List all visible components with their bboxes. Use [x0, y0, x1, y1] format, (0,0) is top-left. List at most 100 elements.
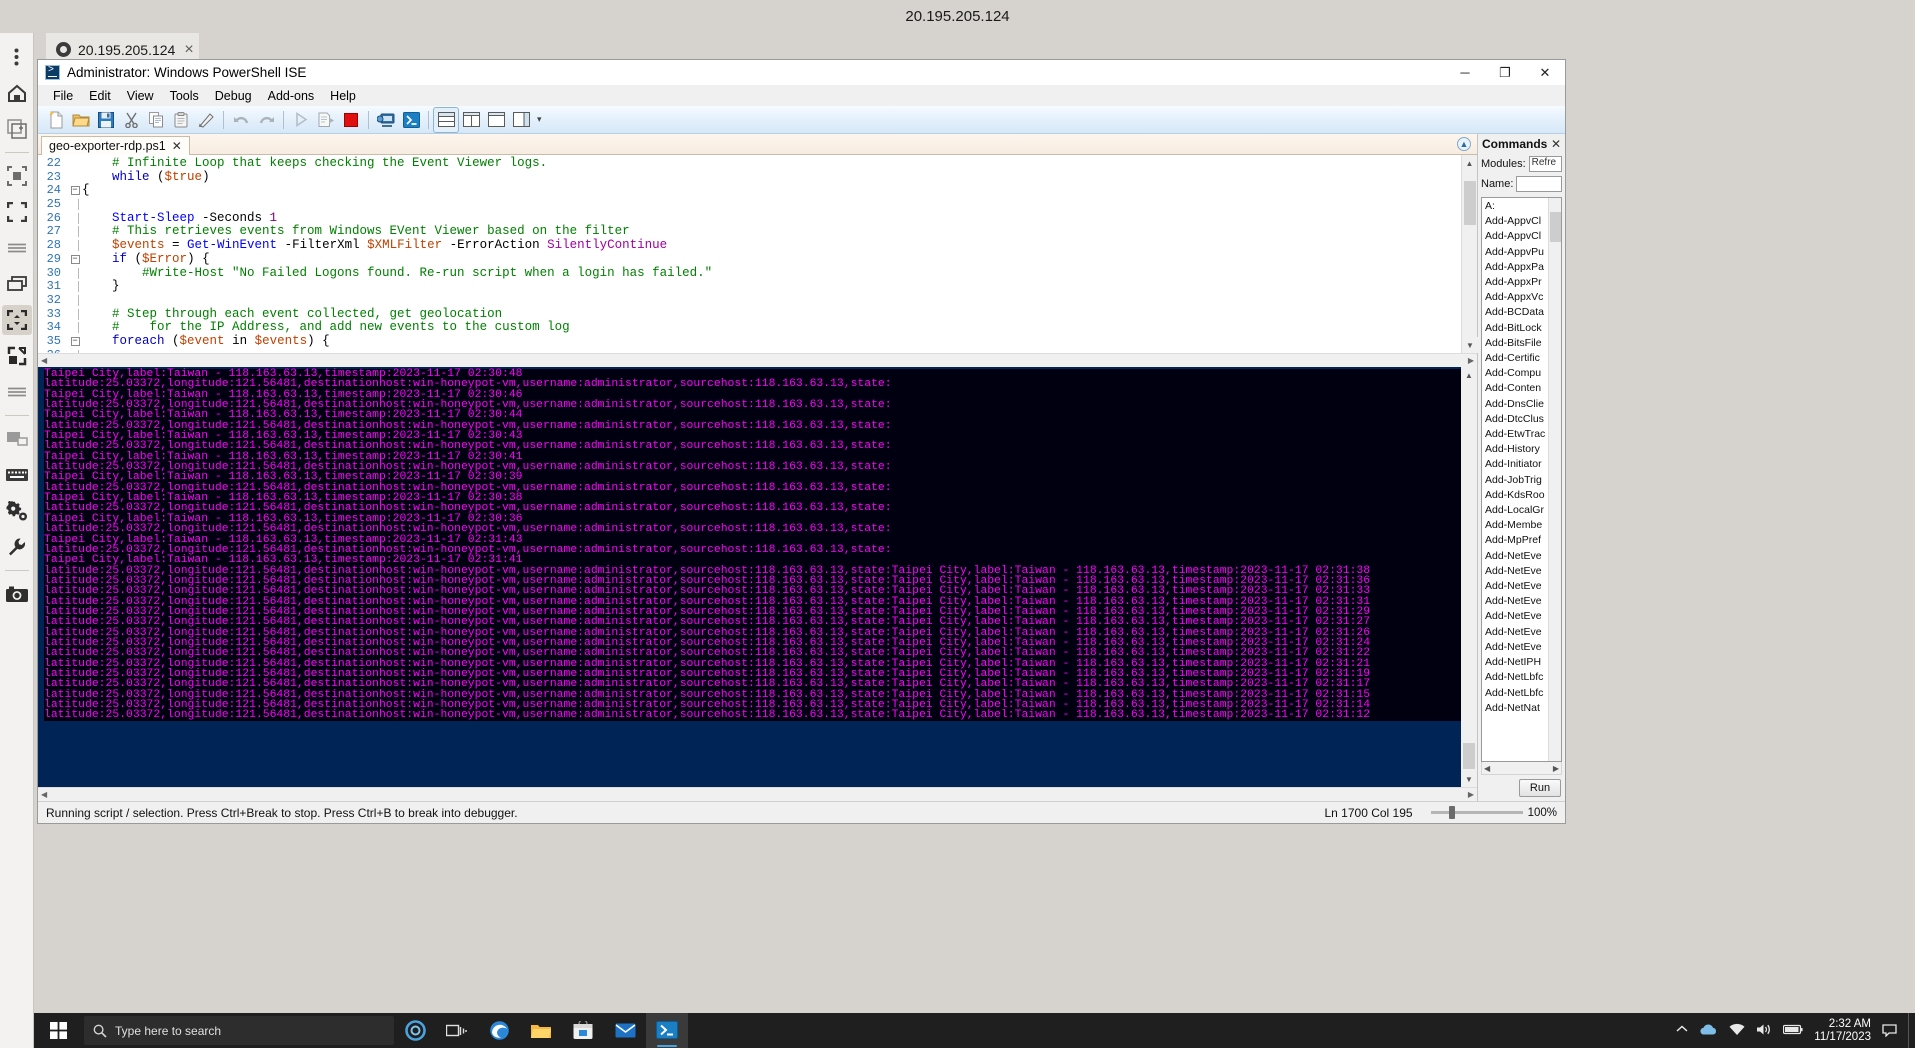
command-list-item[interactable]: Add-KdsRoo	[1485, 488, 1548, 503]
command-list-item[interactable]: Add-AppxPa	[1485, 260, 1548, 275]
commands-list-scroll-thumb[interactable]	[1550, 212, 1561, 242]
commands-scroll-left-icon[interactable]: ◀	[1484, 764, 1490, 773]
scale-display-icon[interactable]	[1, 305, 32, 335]
clear-console-icon[interactable]	[194, 108, 218, 132]
close-icon[interactable]: ✕	[1551, 137, 1561, 151]
battery-icon[interactable]	[1783, 1024, 1803, 1038]
run-button[interactable]: Run	[1519, 779, 1561, 797]
keyboard-icon[interactable]	[2, 460, 32, 490]
command-list-item[interactable]: Add-DnsClie	[1485, 397, 1548, 412]
command-list-item[interactable]: Add-BitLock	[1485, 321, 1548, 336]
console-vertical-scrollbar[interactable]: ▲ ▼	[1461, 367, 1477, 787]
run-selection-icon[interactable]	[314, 108, 338, 132]
close-icon[interactable]: ×	[184, 41, 193, 59]
editor-horizontal-scrollbar[interactable]: ◀ ▶	[38, 353, 1477, 367]
show-desktop-button[interactable]	[1908, 1013, 1915, 1048]
scroll-up-icon[interactable]: ▲	[1462, 155, 1477, 171]
commands-list-scrollbar[interactable]	[1548, 198, 1561, 761]
chevron-up-icon[interactable]: ▲	[1457, 137, 1471, 151]
console-horizontal-scrollbar[interactable]: ◀ ▶	[38, 787, 1477, 801]
mail-icon[interactable]	[604, 1013, 646, 1048]
copy-icon[interactable]	[144, 108, 168, 132]
layout-maximized-icon[interactable]	[484, 108, 508, 132]
console-scroll-thumb[interactable]	[1463, 743, 1475, 769]
save-icon[interactable]	[94, 108, 118, 132]
console-output[interactable]: Taipei City,label:Taiwan - 118.163.63.13…	[38, 367, 1461, 787]
menu-tools[interactable]: Tools	[163, 87, 206, 105]
command-list-item[interactable]: Add-Initiator	[1485, 457, 1548, 472]
command-list-item[interactable]: Add-AppxVc	[1485, 290, 1548, 305]
command-list-item[interactable]: Add-MpPref	[1485, 533, 1548, 548]
start-powershell-icon[interactable]	[399, 108, 423, 132]
command-list-item[interactable]: Add-History	[1485, 442, 1548, 457]
notifications-icon[interactable]	[1882, 1023, 1898, 1039]
zoom-slider-knob[interactable]	[1448, 806, 1455, 819]
home-icon[interactable]	[2, 78, 32, 108]
list-icon[interactable]	[2, 377, 32, 407]
command-list-item[interactable]: Add-NetEve	[1485, 549, 1548, 564]
command-list-item[interactable]: Add-NetEve	[1485, 579, 1548, 594]
modules-select[interactable]: Refre	[1528, 156, 1562, 172]
fit-to-window-icon[interactable]	[2, 161, 32, 191]
taskbar-search-input[interactable]: Type here to search	[84, 1016, 394, 1045]
editor-scroll-thumb[interactable]	[1464, 181, 1476, 225]
command-list-item[interactable]: Add-EtwTrac	[1485, 427, 1548, 442]
scroll-down-icon[interactable]: ▼	[1462, 337, 1478, 353]
network-icon[interactable]	[1729, 1023, 1745, 1039]
script-tab-geo-exporter[interactable]: geo-exporter-rdp.ps1 ✕	[41, 136, 190, 155]
command-list-item[interactable]: Add-AppvPu	[1485, 245, 1548, 260]
open-script-icon[interactable]	[69, 108, 93, 132]
new-connection-icon[interactable]	[2, 114, 32, 144]
command-list-item[interactable]: Add-Membe	[1485, 518, 1548, 533]
scroll-left-icon[interactable]: ◀	[41, 356, 47, 365]
new-script-icon[interactable]	[44, 108, 68, 132]
expand-icon[interactable]	[2, 341, 32, 371]
menu-help[interactable]: Help	[323, 87, 363, 105]
command-list-item[interactable]: Add-NetEve	[1485, 609, 1548, 624]
name-search-input[interactable]	[1516, 176, 1562, 192]
maximize-button[interactable]: ❐	[1485, 60, 1525, 85]
more-options-icon[interactable]	[2, 42, 32, 72]
command-list-item[interactable]: Add-NetLbfc	[1485, 670, 1548, 685]
cortana-icon[interactable]	[394, 1013, 436, 1048]
command-list-item[interactable]: Add-NetLbfc	[1485, 686, 1548, 701]
command-list-item[interactable]: Add-Compu	[1485, 366, 1548, 381]
menu-addons[interactable]: Add-ons	[261, 87, 322, 105]
zoom-control[interactable]: 100%	[1430, 806, 1557, 819]
fold-toggle-icon[interactable]: −	[68, 335, 82, 349]
zoom-slider[interactable]	[1430, 806, 1523, 819]
console-scroll-left-icon[interactable]: ◀	[41, 790, 47, 799]
command-list-item[interactable]: Add-Conten	[1485, 381, 1548, 396]
command-list-item[interactable]: Add-NetEve	[1485, 640, 1548, 655]
command-list-item[interactable]: Add-LocalGr	[1485, 503, 1548, 518]
screenshot-camera-icon[interactable]	[2, 579, 32, 609]
redo-icon[interactable]	[254, 108, 278, 132]
editor-vertical-scrollbar[interactable]: ▲ ▼	[1461, 155, 1478, 353]
windows-switch-icon[interactable]	[2, 269, 32, 299]
command-list-item[interactable]: Add-NetEve	[1485, 594, 1548, 609]
layout-side-by-side-icon[interactable]	[459, 108, 483, 132]
stop-operation-icon[interactable]	[339, 108, 363, 132]
menu-view[interactable]: View	[120, 87, 161, 105]
close-icon[interactable]: ✕	[172, 139, 182, 153]
multi-monitor-icon[interactable]	[2, 424, 32, 454]
command-list-item[interactable]: Add-Certific	[1485, 351, 1548, 366]
console-scroll-down-icon[interactable]: ▼	[1461, 771, 1477, 787]
menu-edit[interactable]: Edit	[82, 87, 118, 105]
taskbar-clock[interactable]: 2:32 AM 11/17/2023	[1814, 1018, 1871, 1044]
undo-icon[interactable]	[229, 108, 253, 132]
commands-list-hscrollbar[interactable]: ◀ ▶	[1481, 762, 1562, 775]
menu-debug[interactable]: Debug	[208, 87, 259, 105]
show-command-addon-icon[interactable]	[509, 108, 533, 132]
command-list-item[interactable]: Add-NetNat	[1485, 701, 1548, 716]
close-button[interactable]: ✕	[1525, 60, 1565, 85]
fullscreen-icon[interactable]	[2, 197, 32, 227]
new-remote-tab-icon[interactable]	[374, 108, 398, 132]
command-list-item[interactable]: Add-BitsFile	[1485, 336, 1548, 351]
command-list-item[interactable]: Add-JobTrig	[1485, 473, 1548, 488]
command-list-item[interactable]: Add-DtcClus	[1485, 412, 1548, 427]
command-list-item[interactable]: Add-NetEve	[1485, 564, 1548, 579]
commands-list[interactable]: A: Add-AppvCl Add-AppvCl Add-AppvPu Add-Appx…	[1482, 198, 1548, 761]
menu-icon[interactable]	[2, 233, 32, 263]
console-scroll-right-icon[interactable]: ▶	[1468, 790, 1474, 799]
